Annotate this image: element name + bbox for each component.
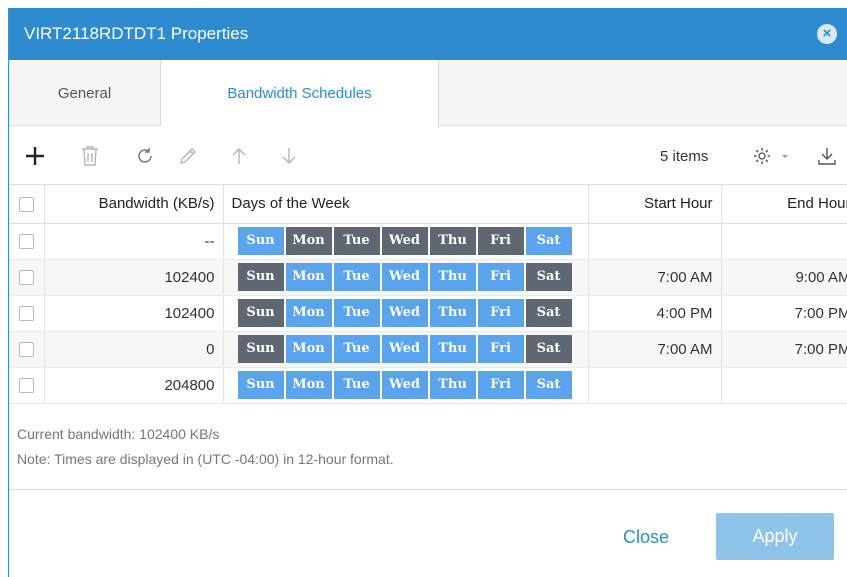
day-chip-tue: Tue [333, 299, 380, 327]
bandwidth-cell: 204800 [44, 367, 224, 404]
column-header-end-hour[interactable]: End Hour [721, 185, 847, 224]
day-chip-fri: Fri [477, 371, 524, 399]
refresh-icon[interactable] [133, 145, 157, 167]
day-chip-mon: Mon [285, 371, 332, 399]
day-chip-sat: Sat [525, 371, 572, 399]
footer-divider [9, 489, 847, 490]
end-hour-cell: 7:00 PM [721, 295, 847, 332]
tab-bar: General Bandwidth Schedules [9, 60, 847, 127]
day-chip-sat: Sat [525, 335, 572, 363]
items-count: 5 items [660, 148, 709, 165]
end-hour-cell: 7:00 PM [721, 331, 847, 368]
start-hour-cell: 4:00 PM [588, 295, 722, 332]
days-cell: Sun Mon Tue Wed Thu Fri Sat [223, 331, 589, 368]
row-checkbox[interactable] [9, 223, 45, 260]
bandwidth-cell: 102400 [44, 295, 224, 332]
day-chip-wed: Wed [381, 227, 428, 255]
day-chip-wed: Wed [381, 371, 428, 399]
move-up-icon[interactable] [227, 145, 251, 167]
day-chip-wed: Wed [381, 299, 428, 327]
day-chip-sun: Sun [237, 299, 284, 327]
add-icon[interactable] [23, 145, 47, 167]
day-chip-tue: Tue [333, 335, 380, 363]
day-chip-sun: Sun [237, 371, 284, 399]
header-row: Bandwidth (KB/s) Days of the Week Start … [9, 185, 847, 224]
day-chip-thu: Thu [429, 371, 476, 399]
edit-icon[interactable] [176, 145, 200, 167]
row-checkbox[interactable] [9, 367, 45, 404]
row-checkbox[interactable] [9, 295, 45, 332]
close-button[interactable]: Close [623, 527, 669, 548]
timezone-note: Note: Times are displayed in (UTC -04:00… [17, 450, 394, 467]
day-chip-thu: Thu [429, 263, 476, 291]
gear-icon[interactable] [751, 145, 773, 167]
end-hour-cell [721, 223, 847, 260]
day-chip-fri: Fri [477, 299, 524, 327]
day-chip-tue: Tue [333, 227, 380, 255]
start-hour-cell: 7:00 AM [588, 259, 722, 296]
table-row[interactable]: -- Sun Mon Tue Wed Thu Fri Sat [9, 223, 847, 260]
day-chip-sat: Sat [525, 227, 572, 255]
days-cell: Sun Mon Tue Wed Thu Fri Sat [223, 223, 589, 260]
tab-bandwidth-schedules[interactable]: Bandwidth Schedules [161, 60, 439, 127]
bandwidth-cell: 102400 [44, 259, 224, 296]
start-hour-cell [588, 367, 722, 404]
bandwidth-cell: -- [44, 223, 224, 260]
title-bar: VIRT2118RDTDT1 Properties × [9, 8, 847, 60]
download-icon[interactable] [815, 145, 839, 167]
day-chip-fri: Fri [477, 263, 524, 291]
day-chip-fri: Fri [477, 227, 524, 255]
end-hour-cell [721, 367, 847, 404]
select-all-checkbox[interactable] [9, 185, 45, 224]
days-cell: Sun Mon Tue Wed Thu Fri Sat [223, 295, 589, 332]
close-icon[interactable]: × [817, 24, 837, 44]
day-chip-sat: Sat [525, 299, 572, 327]
day-chip-tue: Tue [333, 371, 380, 399]
day-chip-mon: Mon [285, 227, 332, 255]
day-chip-wed: Wed [381, 263, 428, 291]
column-header-start-hour[interactable]: Start Hour [588, 185, 722, 224]
day-chip-tue: Tue [333, 263, 380, 291]
current-bandwidth-text: Current bandwidth: 102400 KB/s [17, 425, 220, 442]
day-chip-wed: Wed [381, 335, 428, 363]
day-chip-sun: Sun [237, 335, 284, 363]
row-checkbox[interactable] [9, 331, 45, 368]
delete-icon[interactable] [78, 145, 102, 167]
info-panel: Current bandwidth: 102400 KB/s Note: Tim… [9, 404, 847, 467]
column-header-bandwidth[interactable]: Bandwidth (KB/s) [44, 185, 224, 224]
column-header-days[interactable]: Days of the Week [223, 185, 589, 224]
start-hour-cell [588, 223, 722, 260]
day-chip-thu: Thu [429, 227, 476, 255]
day-chip-mon: Mon [285, 335, 332, 363]
tab-general[interactable]: General [9, 60, 161, 126]
day-chip-mon: Mon [285, 299, 332, 327]
day-chip-thu: Thu [429, 335, 476, 363]
days-cell: Sun Mon Tue Wed Thu Fri Sat [223, 367, 589, 404]
table-row[interactable]: 0 Sun Mon Tue Wed Thu Fri Sat 7:00 AM 7:00 PM [9, 331, 847, 368]
chevron-down-icon[interactable] [779, 145, 791, 167]
day-chip-fri: Fri [477, 335, 524, 363]
table-row[interactable]: 102400 Sun Mon Tue Wed Thu Fri Sat 7:00 AM 9:00 A… [9, 259, 847, 296]
row-checkbox[interactable] [9, 259, 45, 296]
dialog-title: VIRT2118RDTDT1 Properties [24, 24, 249, 43]
bandwidth-cell: 0 [44, 331, 224, 368]
end-hour-cell: 9:00 AM [721, 259, 847, 296]
grid-toolbar: 5 items [9, 126, 847, 184]
day-chip-sat: Sat [525, 263, 572, 291]
day-chip-thu: Thu [429, 299, 476, 327]
table-row[interactable]: 204800 Sun Mon Tue Wed Thu Fri Sat [9, 367, 847, 404]
start-hour-cell: 7:00 AM [588, 331, 722, 368]
day-chip-sun: Sun [237, 227, 284, 255]
day-chip-mon: Mon [285, 263, 332, 291]
apply-button[interactable]: Apply [716, 513, 834, 560]
move-down-icon[interactable] [277, 145, 301, 167]
schedule-grid: Bandwidth (KB/s) Days of the Week Start … [9, 184, 847, 404]
days-cell: Sun Mon Tue Wed Thu Fri Sat [223, 259, 589, 296]
properties-dialog: VIRT2118RDTDT1 Properties × General Band… [8, 8, 847, 577]
table-row[interactable]: 102400 Sun Mon Tue Wed Thu Fri Sat 4:00 PM 7:00 P… [9, 295, 847, 332]
day-chip-sun: Sun [237, 263, 284, 291]
